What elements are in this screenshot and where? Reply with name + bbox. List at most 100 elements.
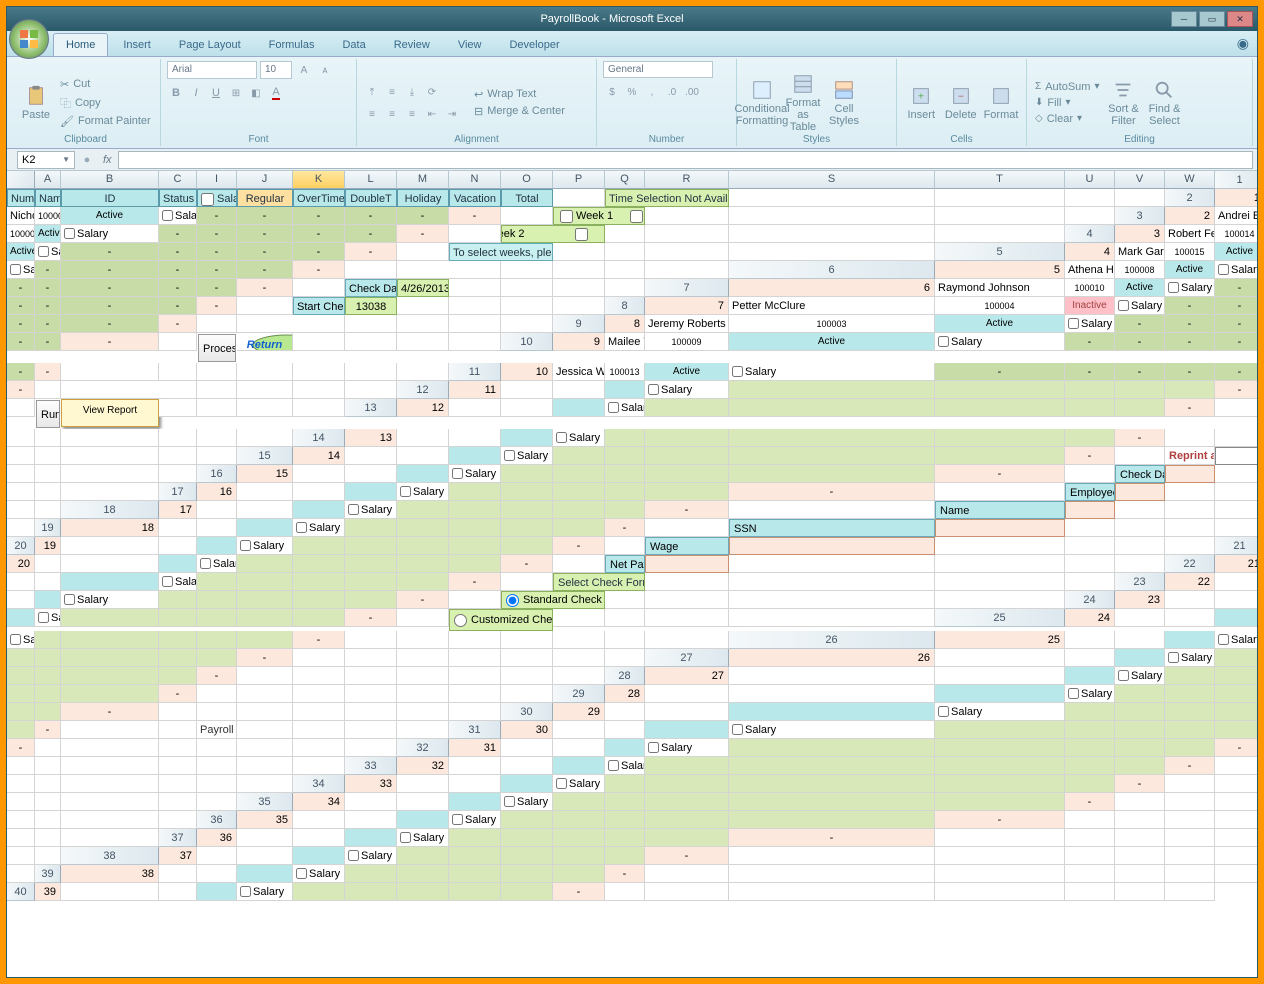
cell-id-34[interactable] — [449, 775, 501, 793]
cell-id-30[interactable] — [645, 703, 729, 721]
cell-pay-18-1[interactable] — [449, 501, 501, 519]
cell-pay-9-3[interactable]: - — [7, 333, 35, 351]
cell-id-9[interactable]: 100003 — [729, 315, 935, 333]
cell-status-27[interactable] — [1115, 649, 1165, 667]
row-header-2[interactable]: 2 — [1165, 189, 1215, 207]
insert-cells-button[interactable]: +Insert — [903, 61, 940, 144]
cell-num-36[interactable]: 35 — [237, 811, 293, 829]
cell-status-31[interactable] — [645, 721, 729, 739]
cell-pay-18-3[interactable] — [553, 501, 605, 519]
cell-pay-34-4[interactable] — [1065, 775, 1115, 793]
cell-salary-23[interactable]: Salary — [61, 591, 159, 609]
cell-status-14[interactable] — [501, 429, 553, 447]
salary-checkbox[interactable] — [452, 468, 463, 479]
cell-pay-21-1[interactable] — [293, 555, 345, 573]
cell-total-15[interactable]: - — [1065, 447, 1115, 465]
cell-total-30[interactable]: - — [35, 721, 61, 739]
percent-icon[interactable]: % — [623, 83, 641, 101]
cell-name-33[interactable] — [449, 757, 501, 775]
cell-status-20[interactable] — [197, 537, 237, 555]
cell-status-21[interactable] — [159, 555, 197, 573]
cell-total-8[interactable]: - — [159, 315, 197, 333]
cell-num-23[interactable]: 22 — [1165, 573, 1215, 591]
cell-num-28[interactable]: 27 — [645, 667, 729, 685]
salary-checkbox[interactable] — [400, 832, 411, 843]
cell-pay-9-2[interactable]: - — [1215, 315, 1257, 333]
salary-checkbox[interactable] — [732, 724, 743, 735]
cell-name-30[interactable] — [605, 703, 645, 721]
cell-total-13[interactable]: - — [1165, 399, 1215, 417]
cell-pay-24-1[interactable] — [159, 609, 197, 627]
cell-pay-28-3[interactable] — [35, 685, 61, 703]
row-header-15[interactable]: 15 — [237, 447, 293, 465]
cell-id-19[interactable] — [197, 519, 237, 537]
fill-color-icon[interactable]: ◧ — [247, 84, 265, 102]
cell-pay-34-0[interactable] — [605, 775, 645, 793]
cell-num-5[interactable]: 4 — [1065, 243, 1115, 261]
cell-pay-37-2[interactable] — [553, 829, 605, 847]
cell-pay-39-4[interactable] — [553, 865, 605, 883]
cell-status-22[interactable] — [61, 573, 159, 591]
cell-pay-21-2[interactable] — [345, 555, 397, 573]
cell-pay-12-3[interactable] — [1115, 381, 1165, 399]
office-button[interactable] — [9, 19, 49, 59]
col-header-L[interactable]: L — [345, 171, 397, 189]
salary-checkbox[interactable] — [452, 814, 463, 825]
cell-pay-2-2[interactable]: - — [293, 207, 345, 225]
cell-status-18[interactable] — [293, 501, 345, 519]
tab-view[interactable]: View — [445, 33, 495, 56]
cell-status-36[interactable] — [397, 811, 449, 829]
cell-name-27[interactable] — [935, 649, 1065, 667]
cell-status-32[interactable] — [605, 739, 645, 757]
wrap-text-button[interactable]: ↩Wrap Text — [472, 87, 567, 102]
tab-home[interactable]: Home — [53, 33, 108, 56]
cell-id-18[interactable] — [237, 501, 293, 519]
cell-status-7[interactable]: Active — [1115, 279, 1165, 297]
cell-pay-19-1[interactable] — [397, 519, 449, 537]
row-header-33[interactable]: 33 — [345, 757, 397, 775]
cell-pay-30-3[interactable] — [1215, 703, 1257, 721]
row-header-29[interactable]: 29 — [553, 685, 605, 703]
cell-pay-17-4[interactable] — [645, 483, 729, 501]
cell-salary-15[interactable]: Salary — [501, 447, 553, 465]
cell-pay-31-2[interactable] — [1115, 721, 1165, 739]
cell-pay-35-3[interactable] — [729, 793, 935, 811]
cell-pay-9-0[interactable]: - — [1115, 315, 1165, 333]
field-val-1[interactable] — [1115, 483, 1165, 501]
cell-pay-32-1[interactable] — [935, 739, 1065, 757]
cell-pay-12-1[interactable] — [935, 381, 1065, 399]
help-icon[interactable]: ◉ — [1237, 35, 1249, 52]
name-box[interactable]: K2▼ — [17, 151, 75, 169]
salary-checkbox[interactable] — [1218, 634, 1229, 645]
cell-num-2[interactable]: 1 — [1215, 189, 1257, 207]
cell-salary-9[interactable]: Salary — [1065, 315, 1115, 333]
cell-pay-9-1[interactable]: - — [1165, 315, 1215, 333]
row-header-24[interactable]: 24 — [1065, 591, 1115, 609]
cell-pay-36-1[interactable] — [553, 811, 605, 829]
cell-id-35[interactable] — [397, 793, 449, 811]
salary-checkbox[interactable] — [938, 706, 949, 717]
cell-total-12[interactable]: - — [1215, 381, 1257, 399]
cell-pay-36-4[interactable] — [729, 811, 935, 829]
cell-num-40[interactable]: 39 — [35, 883, 61, 901]
cell-total-36[interactable]: - — [935, 811, 1065, 829]
cell-pay-20-2[interactable] — [397, 537, 449, 555]
cell-salary-7[interactable]: Salary — [1165, 279, 1215, 297]
cell-name-24[interactable] — [1165, 591, 1215, 609]
cell-id-25[interactable] — [1165, 609, 1215, 627]
cell-pay-21-0[interactable] — [237, 555, 293, 573]
row-header-23[interactable]: 23 — [1115, 573, 1165, 591]
salary-checkbox[interactable] — [648, 742, 659, 753]
cell-pay-40-3[interactable] — [449, 883, 501, 901]
merge-center-button[interactable]: ⊟Merge & Center — [472, 104, 567, 119]
salary-checkbox[interactable] — [1168, 652, 1179, 663]
cell-name-40[interactable] — [61, 883, 159, 901]
cell-name-31[interactable] — [553, 721, 605, 739]
cell-id-21[interactable] — [61, 555, 159, 573]
cell-name-16[interactable] — [293, 465, 345, 483]
cell-total-19[interactable]: - — [605, 519, 645, 537]
cell-num-16[interactable]: 15 — [237, 465, 293, 483]
cell-salary-37[interactable]: Salary — [397, 829, 449, 847]
cell-status-15[interactable] — [449, 447, 501, 465]
cell-pay-6-3[interactable]: - — [159, 279, 197, 297]
